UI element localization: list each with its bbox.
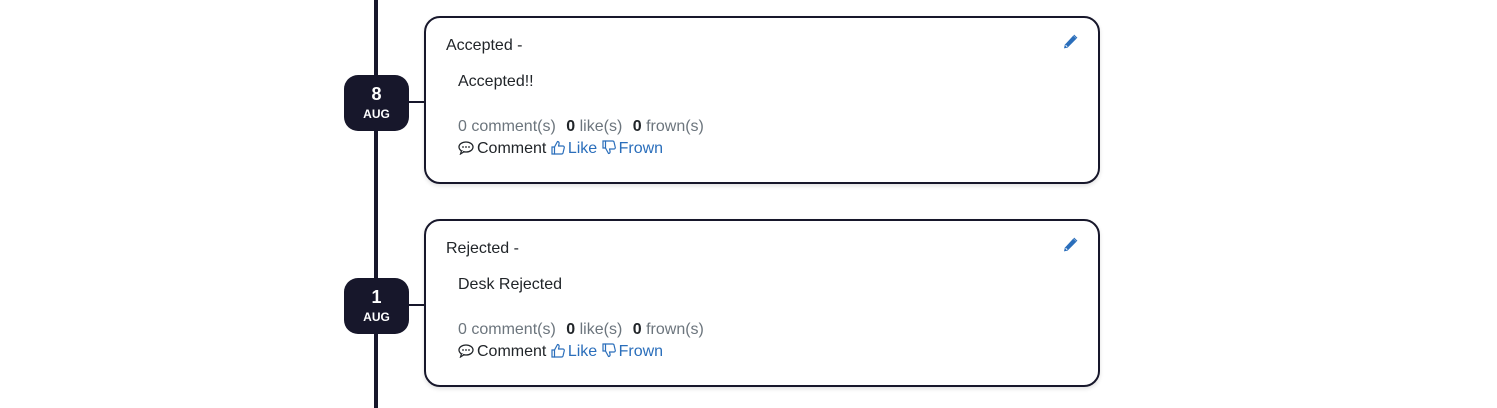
timeline-line xyxy=(374,0,378,408)
status-card: Rejected - Desk Rejected 0 comment(s) 0 … xyxy=(424,219,1100,387)
card-actions: Comment Like Frown xyxy=(458,343,663,361)
date-month: AUG xyxy=(363,107,390,121)
pencil-icon[interactable] xyxy=(1062,237,1078,253)
comment-button[interactable]: Comment xyxy=(458,343,546,361)
frown-label: Frown xyxy=(618,343,664,360)
like-label: Like xyxy=(567,140,598,157)
frown-button[interactable]: Frown xyxy=(602,343,663,361)
comment-count-link[interactable]: 0 comment(s) xyxy=(458,321,556,338)
thumbs-up-icon xyxy=(551,343,565,358)
like-count: 0 xyxy=(566,321,576,338)
comment-label: Comment xyxy=(477,343,547,360)
date-badge: 1 AUG xyxy=(344,278,409,334)
date-badge: 8 AUG xyxy=(344,75,409,131)
frown-button[interactable]: Frown xyxy=(602,140,663,158)
status-card: Accepted - Accepted!! 0 comment(s) 0 lik… xyxy=(424,16,1100,184)
date-month: AUG xyxy=(363,310,390,324)
card-body-text: Accepted!! xyxy=(458,73,534,90)
card-stats: 0 comment(s) 0 like(s) 0 frown(s) xyxy=(458,118,704,136)
frown-count-label: frown(s) xyxy=(646,118,704,135)
like-count-label: like(s) xyxy=(579,321,623,338)
date-day: 1 xyxy=(371,287,382,307)
pencil-icon[interactable] xyxy=(1062,34,1078,50)
thumbs-up-icon xyxy=(551,140,565,155)
comment-count-link[interactable]: 0 comment(s) xyxy=(458,118,556,135)
like-label: Like xyxy=(567,343,598,360)
speech-bubble-icon xyxy=(458,141,474,156)
speech-bubble-icon xyxy=(458,344,474,359)
comment-button[interactable]: Comment xyxy=(458,140,546,158)
card-stats: 0 comment(s) 0 like(s) 0 frown(s) xyxy=(458,321,704,339)
like-button[interactable]: Like xyxy=(551,140,597,158)
card-title: Accepted - xyxy=(446,37,523,54)
comment-label: Comment xyxy=(477,140,547,157)
card-body-text: Desk Rejected xyxy=(458,276,563,293)
thumbs-down-icon xyxy=(602,343,616,358)
card-actions: Comment Like Frown xyxy=(458,140,663,158)
date-day: 8 xyxy=(371,84,382,104)
like-count-label: like(s) xyxy=(579,118,623,135)
like-button[interactable]: Like xyxy=(551,343,597,361)
card-title: Rejected - xyxy=(446,240,519,257)
frown-count: 0 xyxy=(632,321,642,338)
like-count: 0 xyxy=(566,118,576,135)
frown-label: Frown xyxy=(618,140,664,157)
frown-count-label: frown(s) xyxy=(646,321,704,338)
frown-count: 0 xyxy=(632,118,642,135)
thumbs-down-icon xyxy=(602,140,616,155)
